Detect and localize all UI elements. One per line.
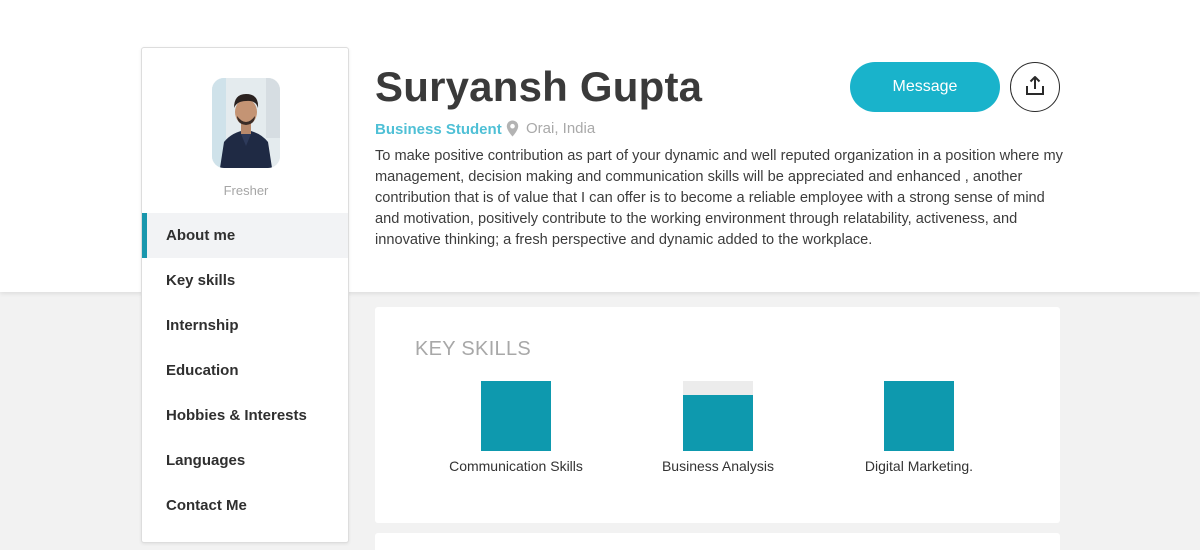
skill-label: Business Analysis	[661, 458, 775, 474]
message-button[interactable]: Message	[850, 62, 1000, 112]
skill-level-fill	[683, 395, 753, 451]
sidebar-item-hobbies-interests[interactable]: Hobbies & Interests	[142, 393, 348, 438]
skill-item-digital-marketing: Digital Marketing.	[819, 381, 1019, 474]
skill-level-fill	[481, 381, 551, 451]
avatar	[212, 78, 280, 168]
skill-level-bar	[884, 381, 954, 451]
skill-item-communication: Communication Skills	[416, 381, 616, 474]
skill-label: Digital Marketing.	[864, 458, 974, 474]
sidebar-item-languages[interactable]: Languages	[142, 438, 348, 483]
sidebar-nav: About me Key skills Internship Education…	[142, 213, 348, 528]
profile-sidebar-card: Fresher About me Key skills Internship E…	[141, 47, 349, 543]
skill-item-business-analysis: Business Analysis	[618, 381, 818, 474]
skill-level-fill	[884, 381, 954, 451]
skill-level-bar	[683, 381, 753, 451]
about-text: To make positive contribution as part of…	[375, 148, 1063, 248]
location-text: Orai, India	[526, 120, 596, 137]
sidebar-item-internship[interactable]: Internship	[142, 303, 348, 348]
career-status: Fresher	[223, 183, 269, 198]
share-button[interactable]	[1010, 62, 1060, 112]
skill-level-bar	[481, 381, 551, 451]
share-upload-icon	[1024, 75, 1046, 100]
next-section-card	[375, 533, 1060, 550]
profile-name: Suryansh Gupta	[375, 63, 703, 110]
key-skills-card: KEY SKILLS Communication Skills Business…	[375, 307, 1060, 523]
sidebar-item-education[interactable]: Education	[142, 348, 348, 393]
sidebar-item-key-skills[interactable]: Key skills	[142, 258, 348, 303]
skill-label: Communication Skills	[449, 458, 583, 474]
profile-location: Orai, India	[506, 120, 595, 137]
sidebar-item-contact-me[interactable]: Contact Me	[142, 483, 348, 528]
location-pin-icon	[506, 120, 519, 137]
sidebar-item-about-me[interactable]: About me	[142, 213, 348, 258]
profile-role: Business Student	[375, 121, 502, 138]
key-skills-title: KEY SKILLS	[415, 338, 532, 360]
